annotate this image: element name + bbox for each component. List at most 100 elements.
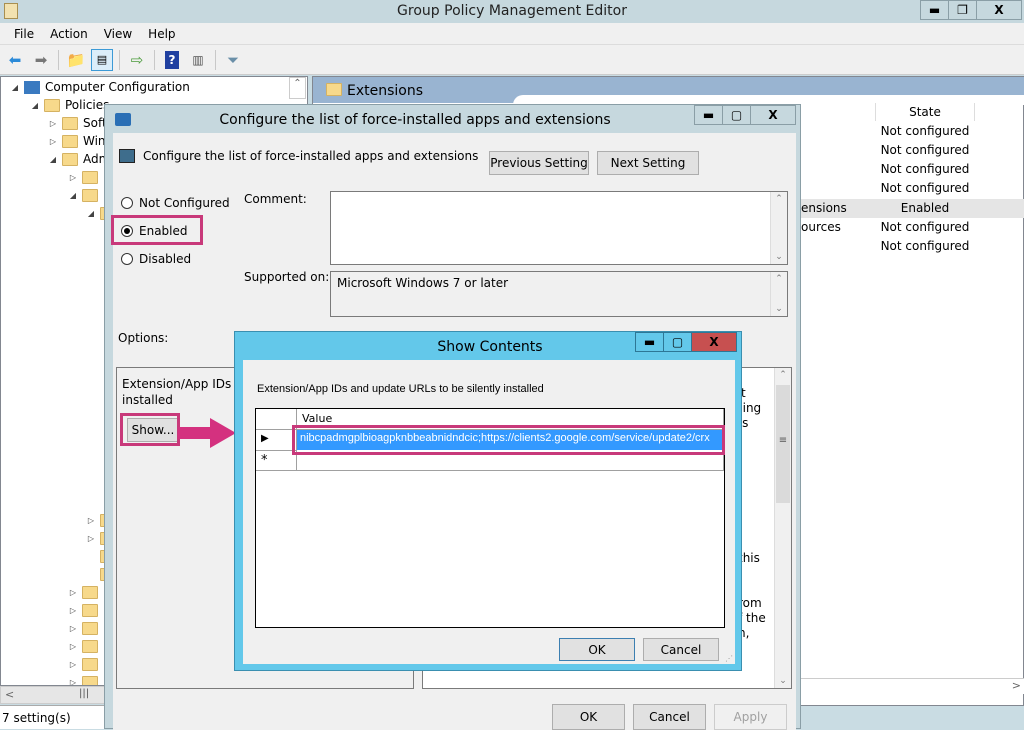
radio-circle-icon[interactable]	[121, 197, 133, 209]
scroll-up-icon[interactable]: ⌃	[775, 370, 791, 380]
scroll-thumb[interactable]: ≡	[776, 385, 790, 503]
folder-icon	[62, 116, 78, 130]
folder-icon	[82, 188, 98, 202]
tree-item[interactable]: ◢	[67, 186, 103, 204]
tree-item[interactable]: ▷	[67, 601, 103, 619]
values-grid: Value ▶ nibcpadmgplbioagpknbbeabnidndcic…	[255, 408, 725, 628]
tree-item-policies[interactable]: ◢ Policies	[29, 96, 109, 114]
forward-icon[interactable]: ➡	[30, 49, 52, 71]
show-contents-ok-button[interactable]: OK	[559, 638, 635, 661]
show-contents-description: Extension/App IDs and update URLs to be …	[257, 383, 544, 395]
dialog-close-button[interactable]: X	[750, 105, 796, 125]
comment-scrollbar[interactable]: ⌃ ⌄	[770, 192, 787, 264]
expanded-icon[interactable]: ◢	[29, 101, 41, 110]
tree-item-windows-settings[interactable]: ▷ Win	[47, 132, 106, 150]
restore-button[interactable]: ❐	[948, 0, 976, 20]
collapsed-icon[interactable]: ▷	[47, 119, 59, 128]
scroll-thumb-grip-icon[interactable]: |||	[79, 688, 89, 699]
folder-icon	[82, 621, 98, 635]
state-cell: Not configured	[880, 181, 970, 195]
tree-item[interactable]: ▷	[67, 655, 103, 673]
scroll-right-icon[interactable]: >	[1012, 679, 1021, 692]
tree-item[interactable]: ▷	[67, 673, 103, 685]
up-folder-icon[interactable]: 📁	[65, 49, 87, 71]
menu-file[interactable]: File	[6, 27, 42, 41]
option-description-cont: installed	[122, 393, 173, 407]
ok-button[interactable]: OK	[552, 704, 625, 730]
comment-textarea[interactable]: ⌃ ⌄	[330, 191, 788, 265]
computer-icon	[24, 80, 40, 94]
value-highlight-box	[292, 425, 725, 455]
filter-icon[interactable]: ⏷	[222, 49, 244, 71]
setting-name-cell[interactable]: ources	[801, 218, 841, 237]
supported-on-field: Microsoft Windows 7 or later ⌃ ⌄	[330, 271, 788, 317]
menu-view[interactable]: View	[96, 27, 140, 41]
dialog-minimize-button[interactable]: ▬	[694, 105, 722, 125]
collapsed-icon[interactable]: ▷	[47, 137, 59, 146]
menu-bar: File Action View Help	[0, 23, 1024, 45]
column-header-state[interactable]: State	[875, 103, 975, 121]
state-cell: Not configured	[880, 220, 970, 234]
tree-item[interactable]: ▷	[67, 619, 103, 637]
tree-item[interactable]: ▷	[67, 637, 103, 655]
state-cell: Not configured	[880, 124, 970, 138]
show-action-pane-icon[interactable]: ▥	[187, 49, 209, 71]
export-list-icon[interactable]: ⇨	[126, 49, 148, 71]
minimize-button[interactable]: ▬	[920, 0, 948, 20]
folder-icon	[82, 170, 98, 184]
tree-item-computer-configuration[interactable]: ◢ Computer Configuration	[9, 78, 190, 96]
tree-item-software-settings[interactable]: ▷ Soft	[47, 114, 107, 132]
back-icon[interactable]: ⬅	[4, 49, 26, 71]
setting-name-cell[interactable]: ensions	[801, 199, 847, 218]
tree-item[interactable]: ▷	[67, 168, 103, 186]
setting-heading: Configure the list of force-installed ap…	[143, 149, 479, 163]
scroll-left-icon[interactable]: <	[5, 688, 14, 701]
supported-on-label: Supported on:	[244, 270, 330, 284]
radio-circle-icon[interactable]	[121, 253, 133, 265]
row-header-corner	[256, 409, 297, 430]
enabled-highlight-box	[111, 215, 203, 245]
supported-scrollbar[interactable]: ⌃ ⌄	[770, 272, 787, 316]
next-setting-button[interactable]: Next Setting	[597, 151, 699, 175]
show-contents-maximize-button[interactable]: ▢	[663, 332, 691, 352]
help-icon[interactable]: ?	[161, 49, 183, 71]
tree-item[interactable]: ▷	[67, 583, 103, 601]
radio-disabled[interactable]: Disabled	[121, 252, 191, 266]
folder-icon	[326, 83, 342, 96]
tree-item-administrative-templates[interactable]: ◢ Adm	[47, 150, 110, 168]
menu-help[interactable]: Help	[140, 27, 183, 41]
current-row-indicator-icon[interactable]: ▶	[256, 430, 297, 451]
comment-label: Comment:	[244, 192, 307, 206]
dialog-title: Configure the list of force-installed ap…	[219, 112, 611, 128]
show-contents-cancel-button[interactable]: Cancel	[643, 638, 719, 661]
option-description: Extension/App IDs an	[122, 377, 251, 391]
close-button[interactable]: X	[976, 0, 1022, 20]
state-cell: Not configured	[880, 162, 970, 176]
tree-scroll-up-button[interactable]: ⌃	[289, 77, 306, 99]
expanded-icon[interactable]: ◢	[9, 83, 21, 92]
title-bar: Group Policy Management Editor ▬ ❐ X	[0, 0, 1024, 23]
dialog-maximize-button[interactable]: ▢	[722, 105, 750, 125]
show-hide-tree-icon[interactable]: ▤	[91, 48, 113, 71]
cancel-button[interactable]: Cancel	[633, 704, 706, 730]
resize-grip-icon[interactable]: ⋰	[725, 654, 733, 663]
folder-icon	[44, 98, 60, 112]
setting-icon	[119, 149, 135, 163]
help-scrollbar[interactable]: ⌃ ≡ ⌄	[774, 368, 791, 688]
folder-icon	[82, 585, 98, 599]
toolbar: ⬅ ➡ 📁 ▤ ⇨ ? ▥ ⏷	[0, 45, 1024, 75]
show-contents-minimize-button[interactable]: ▬	[635, 332, 663, 352]
scroll-down-icon[interactable]: ⌄	[775, 676, 791, 686]
annotation-arrow-icon	[178, 418, 236, 448]
radio-not-configured[interactable]: Not Configured	[121, 196, 230, 210]
previous-setting-button[interactable]: Previous Setting	[489, 151, 589, 175]
folder-title: Extensions	[347, 83, 424, 99]
window-title: Group Policy Management Editor	[397, 3, 627, 19]
apply-button[interactable]: Apply	[714, 704, 787, 730]
new-row-icon[interactable]: *	[256, 451, 297, 471]
show-contents-dialog: Show Contents ▬ ▢ X Extension/App IDs an…	[234, 331, 742, 671]
menu-action[interactable]: Action	[42, 27, 96, 41]
state-cell: Not configured	[880, 143, 970, 157]
show-contents-close-button[interactable]: X	[691, 332, 737, 352]
expanded-icon[interactable]: ◢	[47, 155, 59, 164]
